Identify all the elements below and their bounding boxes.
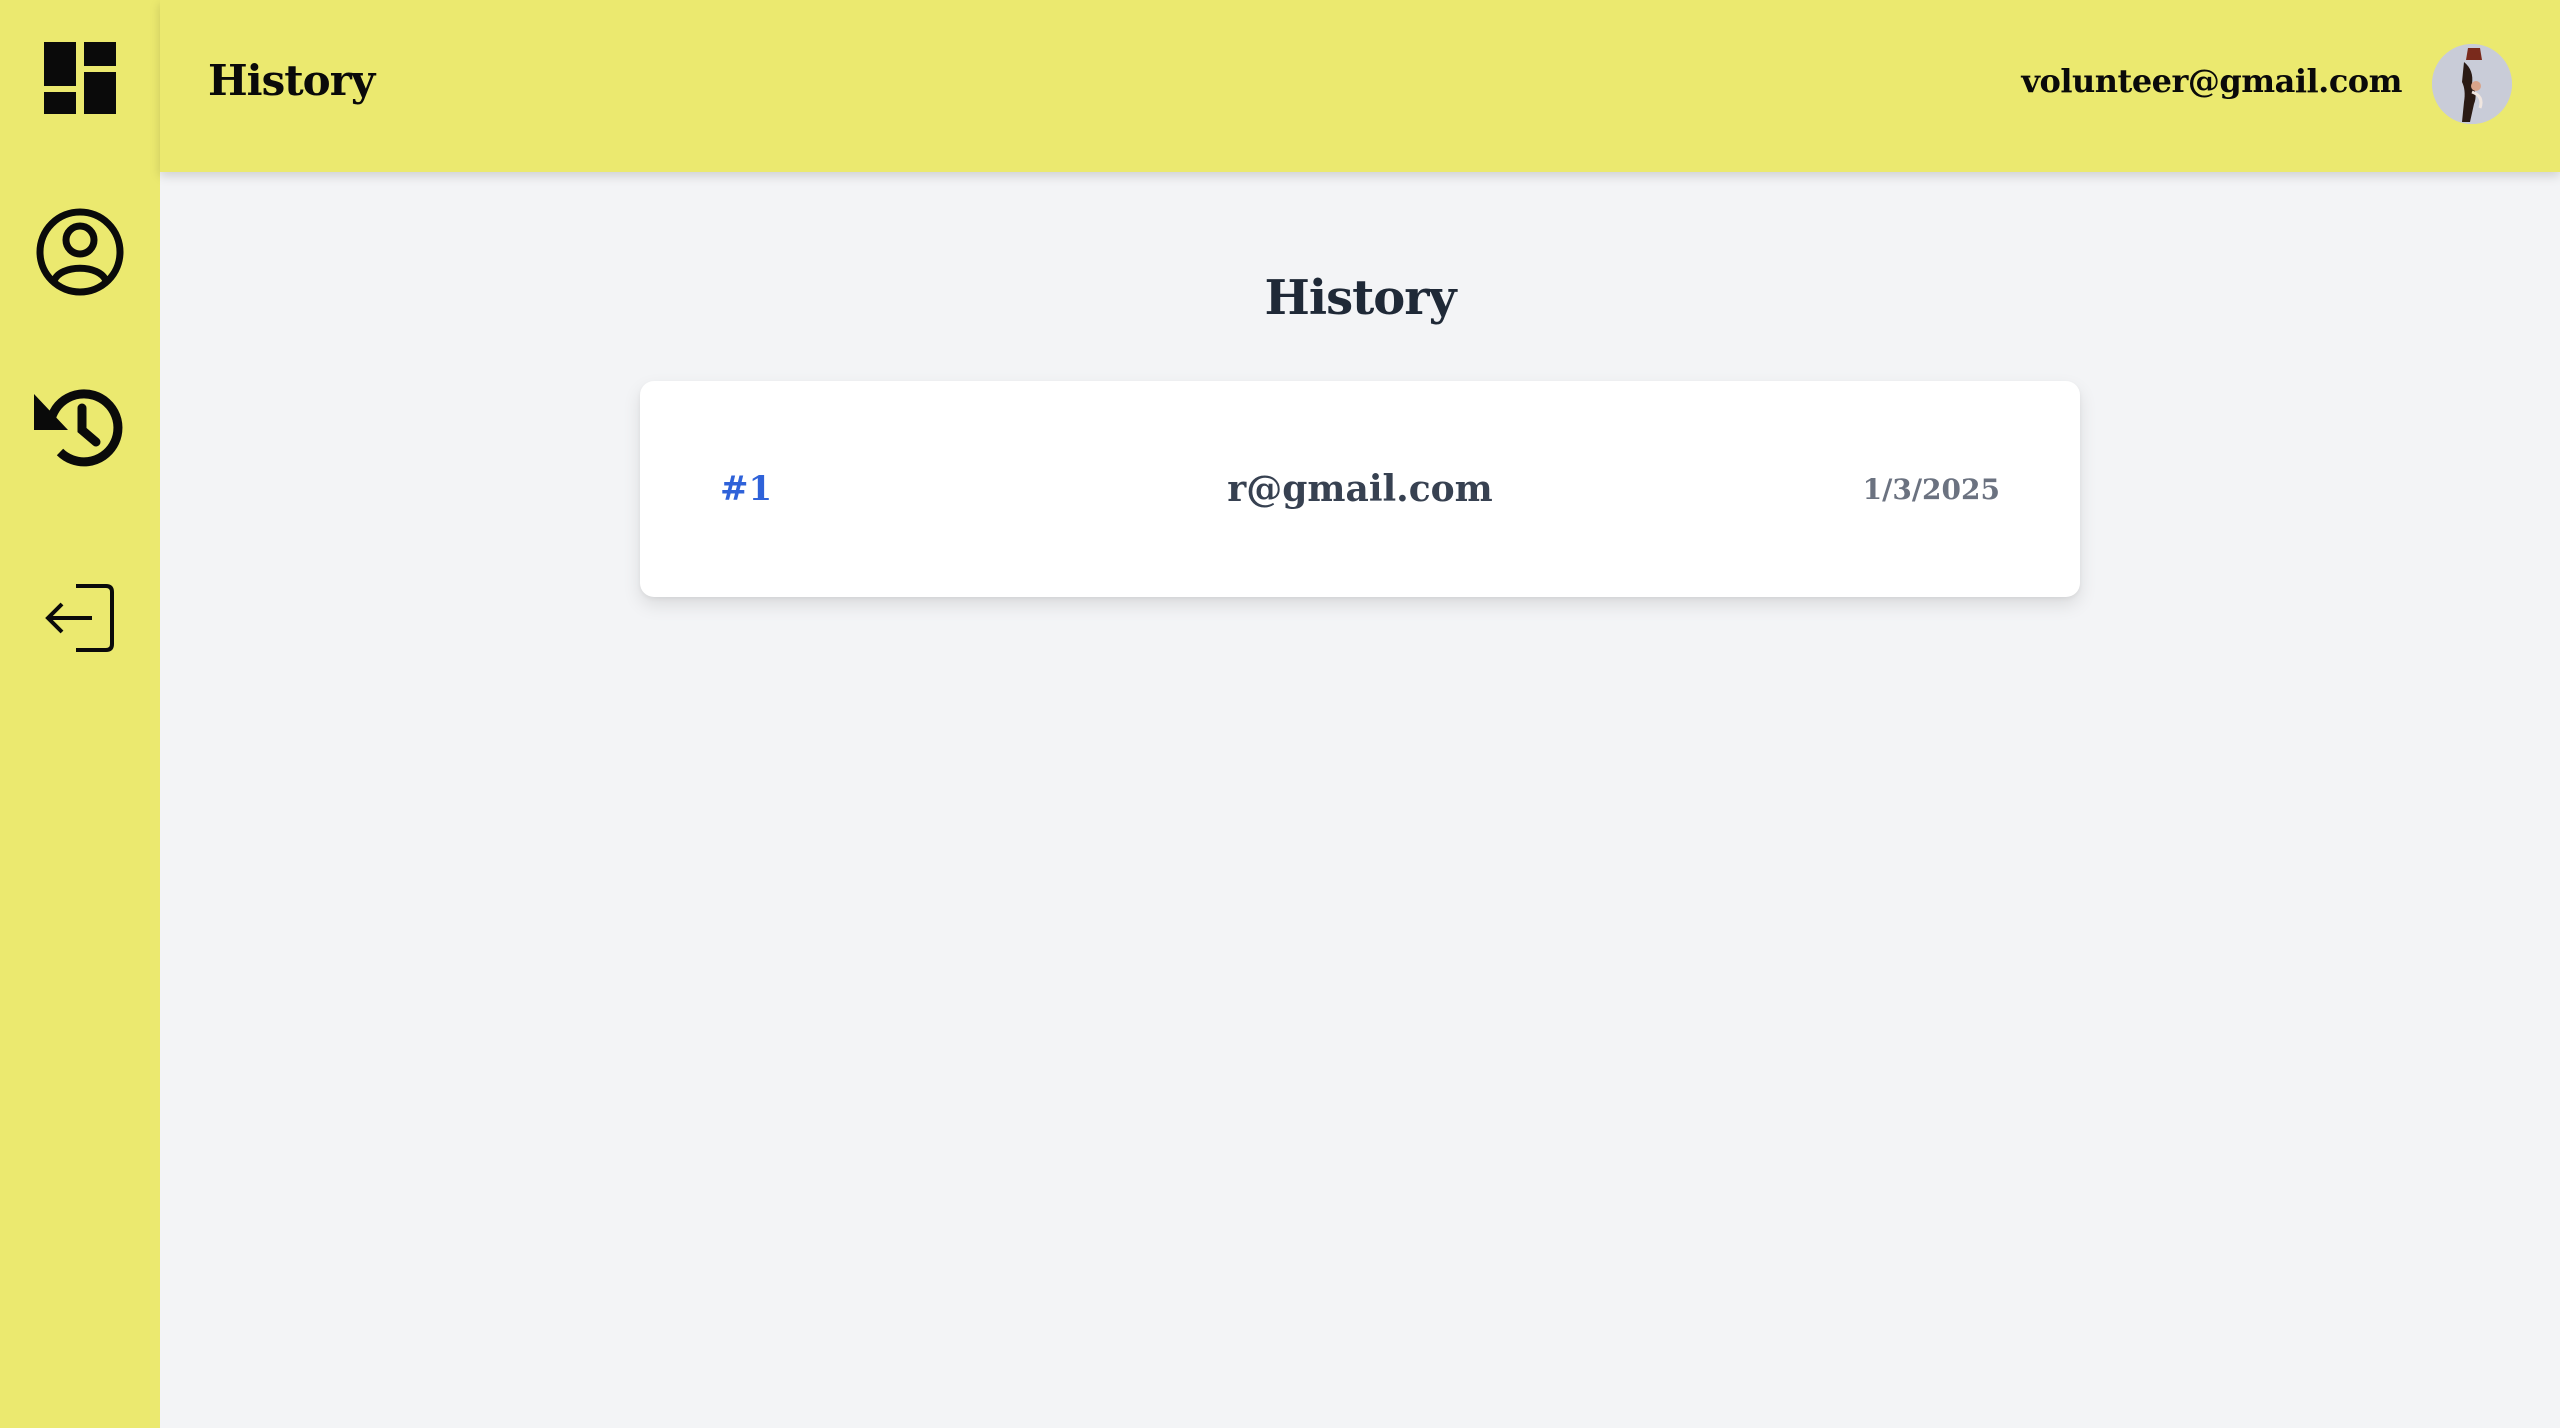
entry-id: #1 — [720, 469, 773, 509]
logout-icon[interactable] — [32, 570, 128, 666]
list-item: #1 r@gmail.com 1/3/2025 — [720, 381, 2000, 597]
page-title: History — [1264, 270, 1457, 326]
user-email: volunteer@gmail.com — [2021, 62, 2402, 100]
avatar[interactable] — [2432, 44, 2512, 124]
header-title: History — [208, 56, 375, 105]
top-header: History volunteer@gmail.com — [160, 0, 2560, 172]
sidebar — [0, 0, 160, 1428]
entry-email: r@gmail.com — [1227, 468, 1493, 510]
history-icon[interactable] — [32, 380, 128, 476]
history-entry-card[interactable]: #1 r@gmail.com 1/3/2025 — [640, 381, 2080, 597]
profile-icon[interactable] — [32, 204, 128, 300]
dashboard-icon[interactable] — [32, 30, 128, 126]
entry-date: 1/3/2025 — [1862, 472, 2000, 506]
